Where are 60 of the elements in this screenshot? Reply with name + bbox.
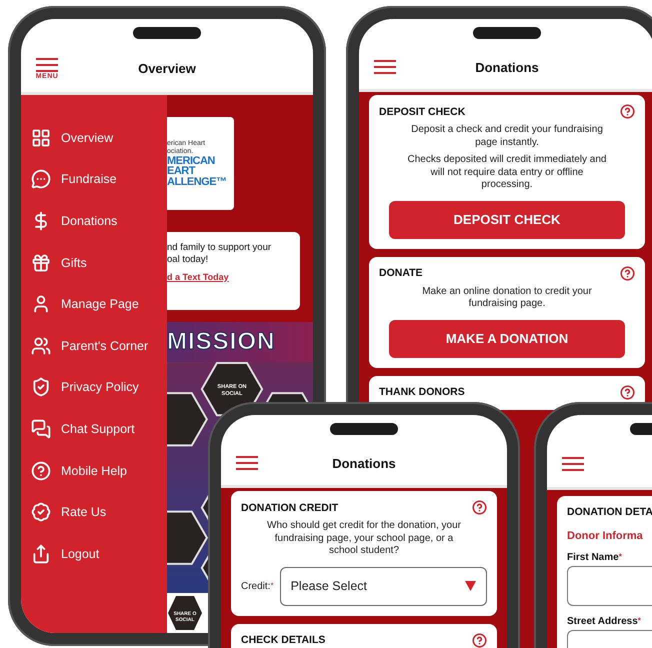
screen-title: Overview (137, 61, 197, 76)
menu-item[interactable]: Chat Support (61, 422, 135, 436)
input-field[interactable] (567, 566, 652, 606)
menu-item[interactable]: Donations (61, 214, 118, 228)
field-label: First Name* (567, 552, 622, 563)
promo-text: oal today! (167, 254, 210, 267)
screen-title: Donations (474, 60, 540, 74)
card-text: Checks deposited will credit immediately and will not require data entry or offline processing. (406, 154, 608, 192)
shield-check-icon (31, 377, 51, 398)
action-button[interactable]: MAKE A DONATION (389, 320, 625, 358)
card-text: Deposit a check and credit your fundraising page instantly. (410, 124, 604, 149)
menu-item[interactable]: Rate Us (61, 505, 106, 520)
menu-icon[interactable] (562, 457, 584, 471)
menu-icon[interactable] (236, 456, 258, 470)
menu-item[interactable]: Parent's Corner (61, 338, 148, 353)
gift-icon (31, 252, 51, 273)
help-icon[interactable] (472, 632, 487, 648)
menu-item[interactable]: Overview (61, 130, 114, 145)
credit-dropdown[interactable]: Please Select (280, 566, 487, 606)
mission-banner: MISSION (167, 322, 313, 362)
menu-icon[interactable] (374, 60, 396, 74)
help-icon (31, 460, 51, 481)
section-heading: Donor Informa (567, 530, 643, 542)
menu-item[interactable]: Gifts (61, 256, 87, 270)
card-title: THANK DONORS (379, 386, 465, 398)
phone-notch (133, 27, 201, 39)
menu-item[interactable]: Mobile Help (61, 464, 128, 478)
phone-notch (330, 423, 398, 435)
grid-icon (31, 128, 51, 148)
promo-text: nd family to support your (167, 242, 272, 254)
help-icon[interactable] (620, 384, 635, 400)
logo-text: ALLENGE™ (167, 176, 228, 188)
menu-item[interactable]: Fundraise (61, 172, 117, 186)
help-icon[interactable] (620, 266, 635, 280)
field-label: Credit:* (241, 580, 274, 592)
screen-title: Donations (331, 456, 397, 470)
action-button[interactable]: DEPOSIT CHECK (389, 200, 625, 238)
card-title: DEPOSIT CHECK (379, 106, 466, 118)
field-label: Street Address* (567, 616, 641, 627)
logo-text: EART (167, 166, 196, 177)
menu-icon[interactable] (36, 58, 58, 72)
help-icon[interactable] (620, 104, 635, 119)
card-title: DONATION CREDIT (241, 502, 338, 514)
card-text: Make an online donation to credit your fundraising page. (421, 286, 593, 310)
promo-link[interactable]: d a Text Today (167, 272, 229, 282)
badge-icon (31, 502, 51, 522)
menu-item[interactable]: Logout (61, 546, 100, 561)
caret-icon (465, 581, 476, 591)
menu-item[interactable]: Manage Page (61, 297, 139, 312)
card-title: DONATE (379, 267, 423, 279)
card-title: CHECK DETAILS (241, 634, 326, 646)
speech-bubble-icon (31, 169, 51, 190)
menu-item[interactable]: Privacy Policy (61, 380, 139, 394)
people-icon (31, 336, 51, 356)
share-icon (31, 544, 51, 564)
logo-text: MERICAN (167, 156, 216, 166)
card-text: Who should get credit for the donation, your fundraising page, your school page, or a school student? (266, 520, 462, 558)
phone-notch (473, 27, 541, 39)
chat-icon (31, 418, 51, 439)
help-icon[interactable] (472, 500, 487, 515)
